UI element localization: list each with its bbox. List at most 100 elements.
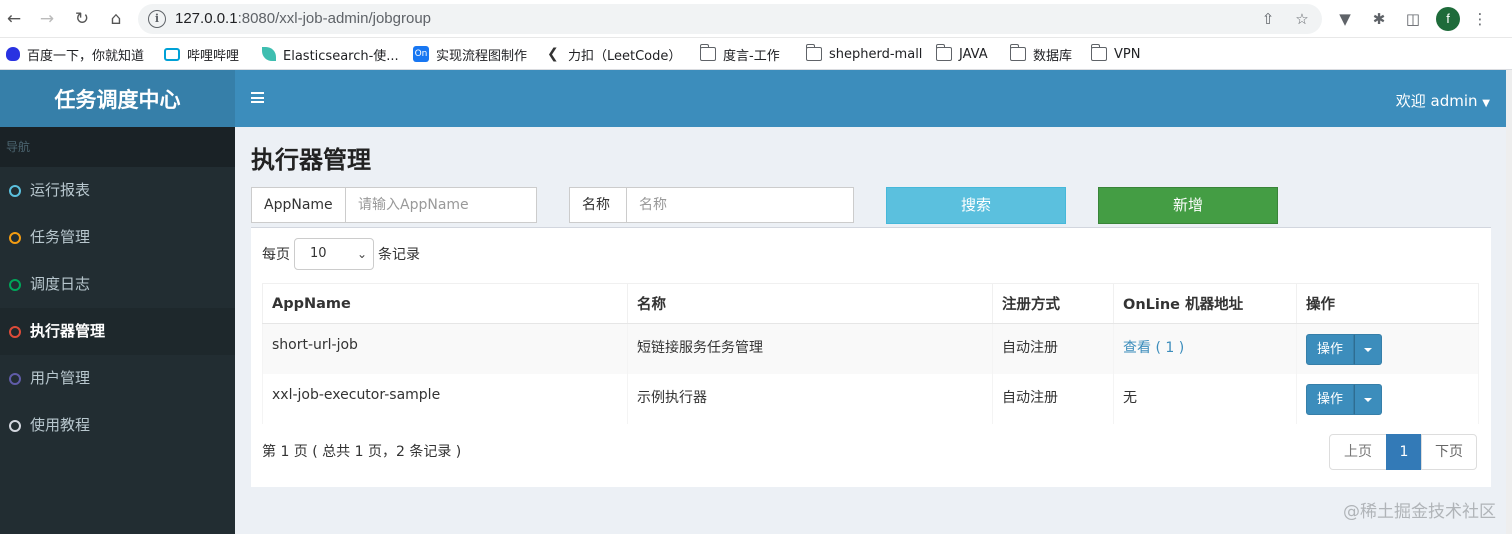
bookmark-folder[interactable]: 度言-工作 — [699, 44, 780, 64]
home-icon[interactable]: ⌂ — [105, 8, 127, 30]
circle-icon — [9, 232, 21, 244]
url-text[interactable]: 127.0.0.1:8080/xxl-job-admin/jobgroup — [175, 10, 431, 27]
profile-avatar[interactable]: f — [1436, 7, 1460, 31]
col-action: 操作 — [1296, 283, 1479, 324]
table-row: xxl-job-executor-sample 示例执行器 自动注册 无 操作 — [262, 373, 1479, 424]
action-button[interactable]: 操作 — [1306, 334, 1354, 365]
name-filter: 名称 名称 — [569, 187, 854, 223]
circle-icon — [9, 326, 21, 338]
executor-table-box: 每页 10 ⌄ 条记录 AppName 名称 注册方式 OnLine 机器地址 操… — [251, 227, 1491, 487]
cell-online: 查看 ( 1 ) — [1113, 323, 1297, 374]
appname-label: AppName — [251, 187, 346, 223]
on-logo-icon: On — [413, 46, 429, 62]
cell-registration: 自动注册 — [992, 323, 1114, 374]
add-button[interactable]: 新增 — [1098, 187, 1278, 224]
page-title: 执行器管理 — [251, 146, 371, 174]
top-navbar: 欢迎 admin ▼ — [235, 70, 1506, 127]
page-length-select[interactable]: 10 ⌄ — [294, 238, 374, 270]
bookmark-folder[interactable]: VPN — [1090, 44, 1140, 64]
share-icon[interactable]: ⇧ — [1257, 8, 1279, 30]
sidebar-item-help[interactable]: 使用教程 — [0, 402, 235, 449]
col-appname[interactable]: AppName — [262, 283, 628, 324]
circle-icon — [9, 185, 21, 197]
site-info-icon[interactable]: i — [148, 10, 166, 28]
cell-action: 操作 — [1296, 323, 1479, 374]
reload-icon[interactable]: ↻ — [71, 8, 93, 30]
baidu-paw-icon — [6, 47, 20, 61]
bookmark-folder[interactable]: shepherd-mall — [805, 44, 922, 64]
action-dropdown: 操作 — [1306, 334, 1382, 365]
sidepanel-icon[interactable]: ◫ — [1402, 8, 1424, 30]
appname-filter: AppName 请输入AppName — [251, 187, 537, 223]
caret-down-icon[interactable] — [1354, 334, 1382, 365]
bilibili-icon — [164, 47, 180, 61]
sidebar-header: 导航 — [0, 127, 235, 167]
action-button[interactable]: 操作 — [1306, 383, 1354, 415]
sidebar-toggle-icon[interactable] — [251, 92, 264, 103]
appname-input[interactable]: 请输入AppName — [346, 187, 537, 223]
cell-online: 无 — [1113, 373, 1297, 424]
executor-table: AppName 名称 注册方式 OnLine 机器地址 操作 short-url… — [262, 283, 1479, 424]
bookmark-item[interactable]: 百度一下，你就知道 — [6, 44, 144, 64]
bookmark-folder[interactable]: JAVA — [935, 44, 988, 64]
extension-v-icon[interactable]: ▼ — [1334, 8, 1356, 30]
folder-icon — [699, 44, 716, 61]
action-dropdown: 操作 — [1306, 383, 1382, 415]
name-label: 名称 — [569, 187, 627, 223]
prev-page-button[interactable]: 上页 — [1329, 434, 1387, 470]
cell-action: 操作 — [1296, 373, 1479, 424]
forward-arrow-icon[interactable]: → — [36, 8, 58, 30]
bookmark-item[interactable]: 哔哩哔哩 — [164, 44, 239, 64]
cell-name: 示例执行器 — [627, 373, 993, 424]
sidebar-item-logs[interactable]: 调度日志 — [0, 261, 235, 308]
chevron-down-icon: ⌄ — [356, 247, 367, 261]
col-registration[interactable]: 注册方式 — [992, 283, 1114, 324]
circle-icon — [9, 279, 21, 291]
search-button[interactable]: 搜索 — [886, 187, 1066, 224]
pagination: 上页 1 下页 — [1329, 434, 1477, 470]
folder-icon — [1009, 44, 1026, 61]
cell-name: 短链接服务任务管理 — [627, 323, 993, 374]
menu-kebab-icon[interactable]: ⋮ — [1469, 8, 1491, 30]
sidebar-item-jobs[interactable]: 任务管理 — [0, 214, 235, 261]
circle-icon — [9, 420, 21, 432]
caret-down-icon[interactable] — [1354, 383, 1382, 415]
bookmark-folder[interactable]: 数据库 — [1009, 44, 1072, 64]
page-length-control: 每页 10 ⌄ 条记录 — [262, 238, 420, 270]
cell-registration: 自动注册 — [992, 373, 1114, 424]
view-online-link[interactable]: 查看 ( 1 ) — [1123, 340, 1184, 356]
user-menu[interactable]: 欢迎 admin ▼ — [1396, 90, 1490, 111]
sidebar-item-report[interactable]: 运行报表 — [0, 167, 235, 214]
col-online[interactable]: OnLine 机器地址 — [1113, 283, 1297, 324]
folder-icon — [1090, 44, 1107, 61]
table-header-row: AppName 名称 注册方式 OnLine 机器地址 操作 — [262, 283, 1479, 324]
elasticsearch-leaf-icon — [262, 47, 276, 61]
bookmark-item[interactable]: On 实现流程图制作 — [413, 44, 527, 64]
watermark: @稀土掘金技术社区 — [1343, 502, 1496, 522]
next-page-button[interactable]: 下页 — [1421, 434, 1477, 470]
table-row: short-url-job 短链接服务任务管理 自动注册 查看 ( 1 ) 操作 — [262, 323, 1479, 374]
bookmark-item[interactable]: Elasticsearch-使... — [262, 44, 399, 64]
sidebar-item-users[interactable]: 用户管理 — [0, 355, 235, 402]
cell-appname: short-url-job — [262, 323, 628, 374]
name-input[interactable]: 名称 — [627, 187, 854, 223]
bookmark-star-icon[interactable]: ☆ — [1291, 8, 1313, 30]
app-container: 任务调度中心 欢迎 admin ▼ 导航 运行报表 任务管理 调度日志 执行器管… — [0, 70, 1512, 534]
bookmark-item[interactable]: ❮ 力扣（LeetCode） — [547, 44, 681, 64]
app-logo[interactable]: 任务调度中心 — [0, 70, 235, 127]
back-arrow-icon[interactable]: ← — [3, 8, 25, 30]
sidebar: 导航 运行报表 任务管理 调度日志 执行器管理 用户管理 使用教程 — [0, 127, 235, 534]
circle-icon — [9, 373, 21, 385]
folder-icon — [935, 44, 952, 61]
cell-appname: xxl-job-executor-sample — [262, 373, 628, 424]
sidebar-item-executors[interactable]: 执行器管理 — [0, 308, 235, 355]
caret-down-icon: ▼ — [1482, 98, 1490, 109]
address-bar[interactable]: i 127.0.0.1:8080/xxl-job-admin/jobgroup … — [138, 4, 1322, 34]
scrollbar[interactable] — [1506, 70, 1512, 534]
browser-toolbar: ← → ↻ ⌂ i 127.0.0.1:8080/xxl-job-admin/j… — [0, 0, 1512, 38]
col-name[interactable]: 名称 — [627, 283, 993, 324]
extensions-puzzle-icon[interactable]: ✱ — [1368, 8, 1390, 30]
bookmarks-bar: 百度一下，你就知道 哔哩哔哩 Elasticsearch-使... On 实现流程… — [0, 38, 1512, 70]
table-info: 第 1 页 ( 总共 1 页，2 条记录 ) — [262, 444, 462, 460]
current-page-button[interactable]: 1 — [1386, 434, 1422, 470]
